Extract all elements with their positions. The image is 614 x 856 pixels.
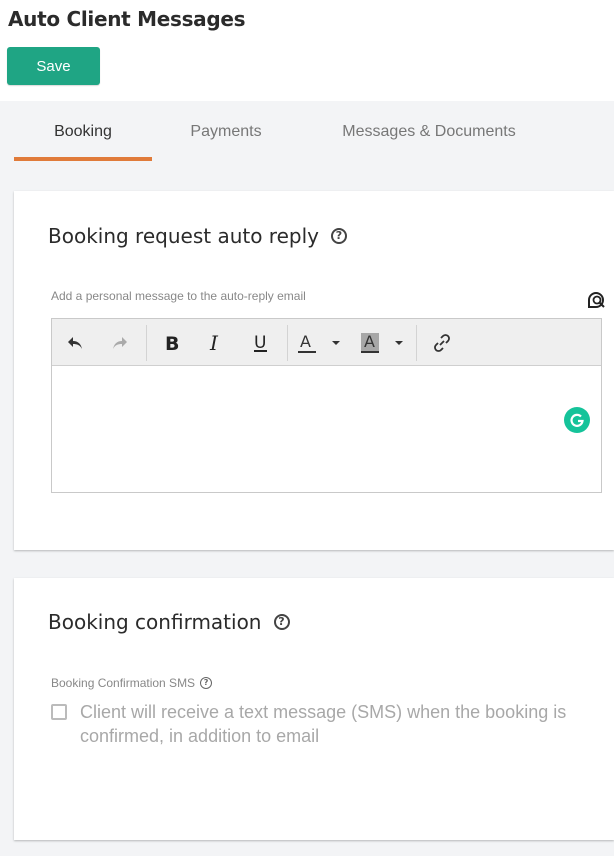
- tab-bar: Booking Payments Messages & Documents: [0, 101, 614, 163]
- toolbar-divider: [416, 325, 417, 361]
- undo-icon[interactable]: [60, 328, 90, 358]
- bold-icon[interactable]: B: [156, 328, 186, 358]
- highlight-color-icon[interactable]: A: [357, 328, 405, 358]
- sms-field-label: Booking Confirmation SMS ?: [51, 676, 213, 690]
- svg-text:I: I: [209, 333, 219, 353]
- tab-messages-documents[interactable]: Messages & Documents: [326, 101, 532, 163]
- sms-label-text: Booking Confirmation SMS: [51, 676, 196, 690]
- help-icon[interactable]: ?: [331, 228, 347, 244]
- toolbar-divider: [287, 325, 288, 361]
- tab-payments[interactable]: Payments: [170, 101, 282, 163]
- editor-toolbar: B I U A A: [52, 319, 601, 366]
- redo-icon[interactable]: [105, 328, 135, 358]
- rich-text-editor: B I U A A: [51, 318, 602, 493]
- toolbar-divider: [146, 325, 147, 361]
- booking-confirmation-heading: Booking confirmation ?: [48, 610, 290, 634]
- help-icon[interactable]: ?: [273, 614, 290, 630]
- message-editor-body[interactable]: [52, 366, 601, 492]
- page-title: Auto Client Messages: [8, 7, 246, 31]
- tab-booking[interactable]: Booking: [14, 101, 152, 163]
- grammarly-icon[interactable]: [564, 407, 590, 433]
- text-color-icon[interactable]: A: [294, 328, 342, 358]
- save-button[interactable]: Save: [7, 47, 100, 85]
- sms-checkbox-label[interactable]: Client will receive a text message (SMS)…: [80, 700, 590, 748]
- active-tab-indicator: [14, 157, 152, 161]
- booking-confirmation-card: Booking confirmation ? Booking Confirmat…: [14, 578, 614, 840]
- help-icon[interactable]: ?: [200, 677, 213, 689]
- booking-request-heading: Booking request auto reply ?: [48, 224, 347, 248]
- svg-text:A: A: [300, 332, 311, 351]
- sms-checkbox[interactable]: [51, 704, 67, 720]
- italic-icon[interactable]: I: [201, 328, 231, 358]
- booking-request-card: Booking request auto reply ? Add a perso…: [14, 191, 614, 550]
- booking-confirmation-title: Booking confirmation: [48, 610, 262, 634]
- grammarly-search-icon[interactable]: [585, 289, 607, 311]
- svg-text:A: A: [364, 332, 375, 351]
- auto-reply-field-label: Add a personal message to the auto-reply…: [51, 289, 306, 303]
- svg-text:B: B: [165, 333, 179, 353]
- underline-icon[interactable]: U: [246, 328, 276, 358]
- booking-request-title: Booking request auto reply: [48, 224, 319, 248]
- link-icon[interactable]: [427, 328, 457, 358]
